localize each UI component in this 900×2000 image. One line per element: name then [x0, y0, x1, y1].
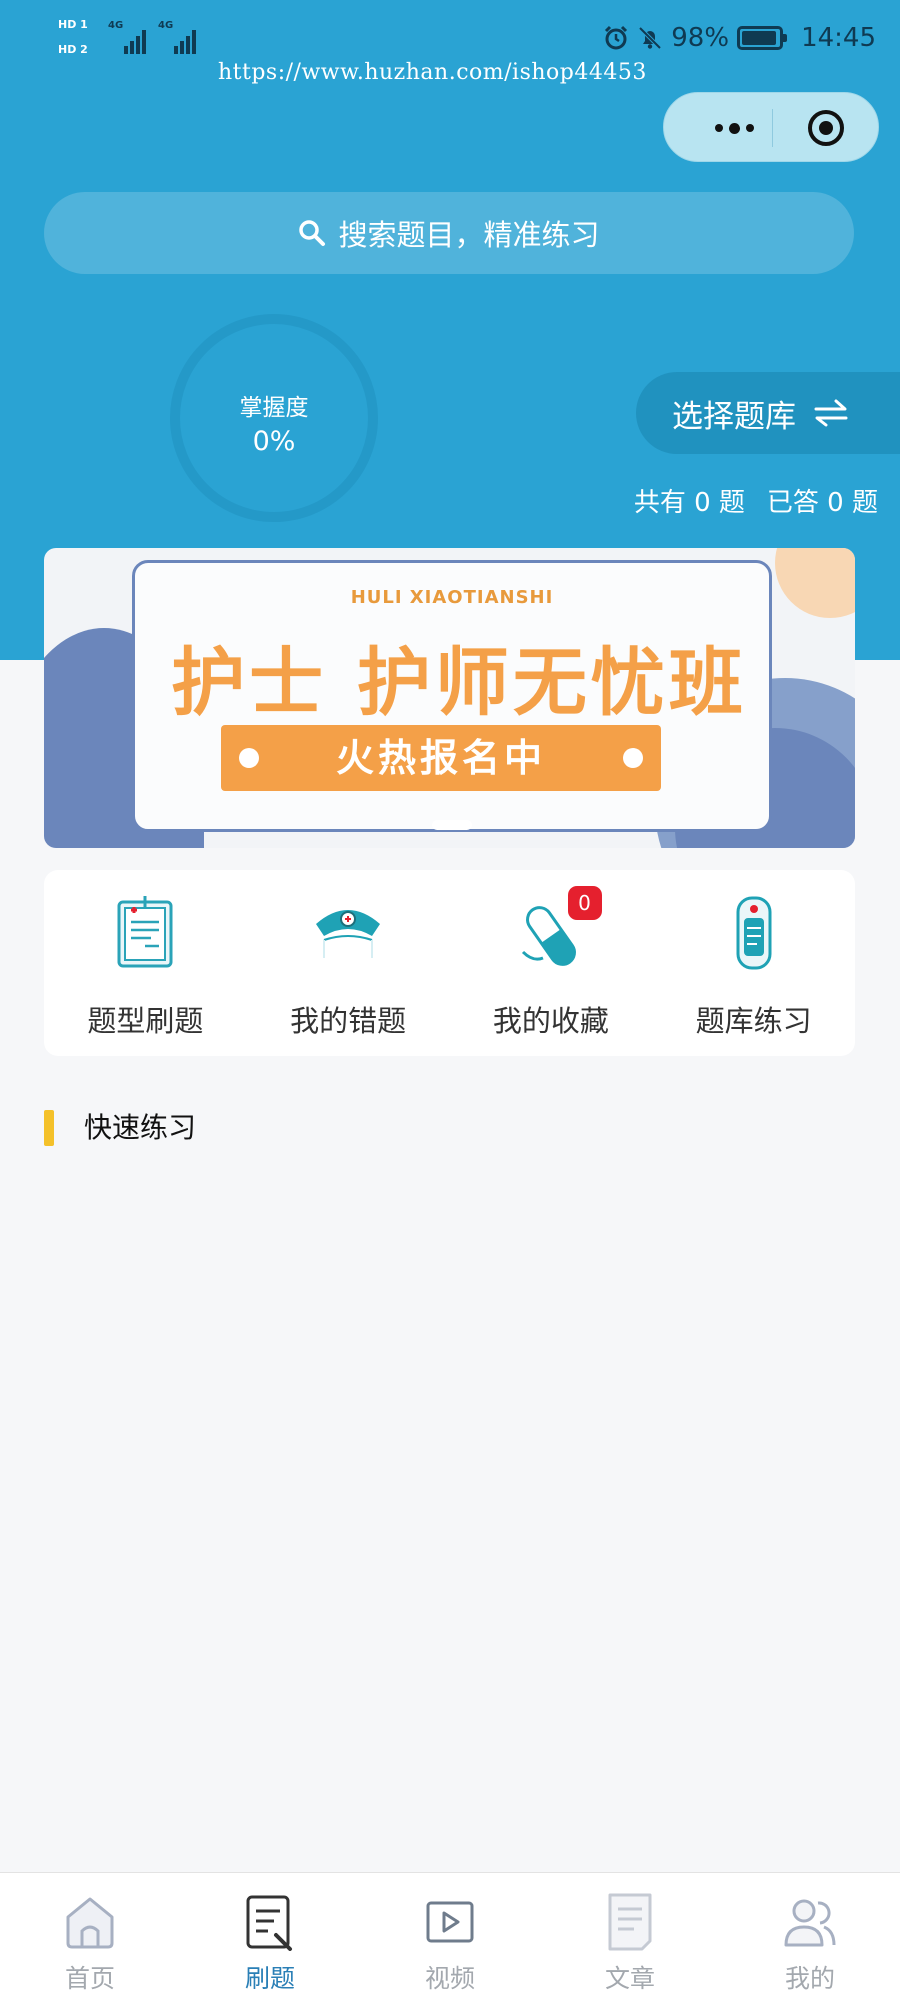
- feature-question-type[interactable]: 题型刷题: [44, 870, 247, 1056]
- bottom-tab-bar: 首页 刷题 视频 文章 我的: [0, 1872, 900, 2000]
- clock: 14:45: [801, 23, 876, 53]
- battery-icon: [737, 26, 788, 50]
- phone-card-icon: [736, 896, 772, 970]
- banner-subtitle: HULI XIAOTIANSHI: [350, 587, 554, 608]
- feature-wrong-questions[interactable]: 我的错题: [247, 870, 450, 1056]
- tab-article[interactable]: 文章: [540, 1873, 720, 2000]
- status-bar-left: HD 1 HD 2 4G 4G: [58, 14, 208, 62]
- network-type-label: 4G: [108, 20, 124, 31]
- tab-profile[interactable]: 我的: [720, 1873, 900, 2000]
- quick-practice-title: 快速练习: [84, 1111, 197, 1144]
- mastery-value: 0%: [252, 426, 296, 457]
- search-bar[interactable]: 搜索题目，精准练习: [44, 192, 854, 274]
- feature-bank-practice[interactable]: 题库练习: [652, 870, 855, 1056]
- tab-video[interactable]: 视频: [360, 1873, 540, 2000]
- tab-label: 视频: [424, 1964, 475, 1993]
- video-icon: [426, 1901, 474, 1943]
- banner-card: HULI XIAOTIANSHI 护士 护师无忧班 火热报名中: [132, 560, 772, 832]
- section-accent-bar: [44, 1110, 54, 1146]
- feature-label: 题库练习: [695, 1004, 812, 1038]
- banner-headline: 护士 护师无忧班: [171, 640, 747, 726]
- watermark-url: https://www.huzhan.com/ishop44453: [218, 60, 647, 85]
- close-target-icon[interactable]: [806, 108, 846, 148]
- edit-doc-icon: [246, 1895, 292, 1951]
- mastery-label: 掌握度: [239, 395, 309, 421]
- network-type-label: 4G: [158, 20, 174, 31]
- feature-label: 题型刷题: [87, 1004, 204, 1038]
- tab-practice[interactable]: 刷题: [180, 1873, 360, 2000]
- mute-bell-icon: [638, 26, 662, 50]
- select-bank-label: 选择题库: [672, 398, 796, 435]
- nurse-cap-icon: [316, 910, 381, 958]
- tab-label: 文章: [604, 1964, 655, 1993]
- alarm-icon: [605, 25, 628, 50]
- feature-label: 我的收藏: [492, 1004, 609, 1038]
- miniprogram-capsule: [663, 92, 879, 162]
- signal-icon: 4G: [158, 20, 206, 54]
- search-placeholder: 搜索题目，精准练习: [338, 218, 600, 252]
- more-menu-button[interactable]: [694, 93, 774, 163]
- question-counts: 共有 0 题 已答 0 题: [634, 482, 878, 519]
- select-bank-button[interactable]: 选择题库: [636, 372, 900, 454]
- promo-banner[interactable]: HULI XIAOTIANSHI 护士 护师无忧班 火热报名中: [44, 548, 855, 848]
- total-count: 共有 0 题: [633, 488, 745, 518]
- feature-grid: 题型刷题 我的错题 0 我的收藏 题库练习: [44, 870, 855, 1056]
- hd2-indicator: HD 2: [58, 43, 88, 56]
- clipboard-icon: [117, 896, 173, 968]
- banner-cta-label: 火热报名中: [335, 736, 546, 780]
- banner-cta: 火热报名中: [221, 725, 661, 791]
- switch-arrows-icon: [814, 399, 848, 427]
- banner-decoration: [775, 548, 855, 618]
- status-bar-right: 98% 14:45: [603, 18, 876, 58]
- home-icon: [66, 1897, 114, 1949]
- tab-label: 刷题: [244, 1964, 295, 1993]
- hd1-indicator: HD 1: [58, 18, 88, 31]
- tab-label: 我的: [784, 1964, 835, 1993]
- search-icon: [299, 220, 326, 246]
- favorites-badge: 0: [567, 886, 602, 920]
- signal-icon: 4G: [108, 20, 156, 54]
- feature-label: 我的错题: [290, 1004, 407, 1038]
- answered-count: 已答 0 题: [766, 488, 878, 518]
- banner-indicator: [432, 820, 472, 830]
- battery-percent: 98%: [671, 23, 730, 53]
- article-icon: [608, 1893, 652, 1951]
- users-icon: [784, 1899, 836, 1947]
- capsule-divider: [772, 109, 773, 147]
- tab-label: 首页: [64, 1964, 115, 1993]
- tab-home[interactable]: 首页: [0, 1873, 180, 2000]
- feature-favorites[interactable]: 0 我的收藏: [450, 870, 653, 1056]
